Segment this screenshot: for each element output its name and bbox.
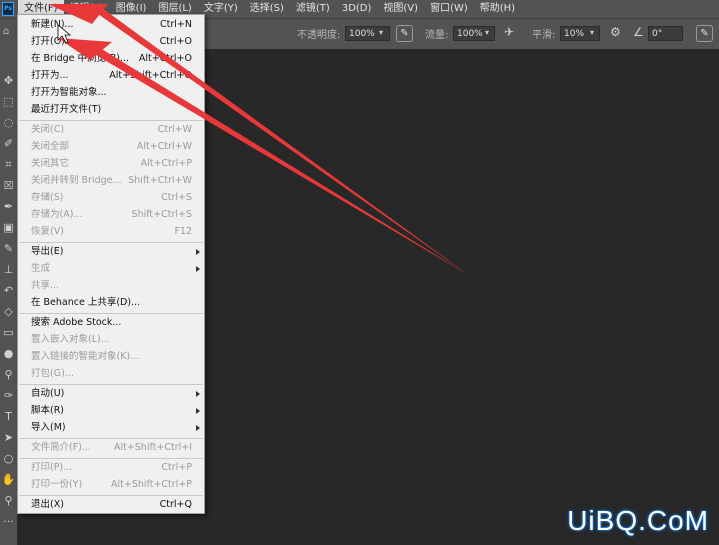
menu-separator [19, 438, 203, 439]
menu-item-import[interactable]: 导入(M) [18, 420, 204, 436]
menu-separator [19, 495, 203, 496]
angle-icon: ∠ [633, 25, 644, 39]
menu-3d[interactable]: 3D(D) [336, 0, 378, 18]
submenu-arrow-icon [196, 425, 200, 431]
file-menu-dropdown: 新建(N)... Ctrl+N 打开(O)... Ctrl+O 在 Bridge 中… [17, 14, 205, 514]
menu-filter[interactable]: 滤镜(T) [290, 0, 336, 18]
angle-field[interactable]: 0° [648, 26, 683, 41]
tools-panel: ✥ ⬚ ◌ ✐ ⌗ ☒ ✒ ▣ ✎ ⊥ ↶ ◇ ▭ ● ⚲ ✑ T ➤ ○ ✋ … [0, 48, 18, 545]
menu-item-share-behance[interactable]: 在 Behance 上共享(D)... [18, 295, 204, 311]
chevron-down-icon[interactable]: ▾ [590, 28, 594, 37]
submenu-arrow-icon [196, 249, 200, 255]
menu-item-file-info[interactable]: 文件简介(F)... Alt+Shift+Ctrl+I [18, 440, 204, 456]
menu-separator [19, 313, 203, 314]
type-tool-icon[interactable]: T [1, 408, 16, 425]
menu-item-search-stock[interactable]: 搜索 Adobe Stock... [18, 315, 204, 331]
menu-item-share[interactable]: 共享... [18, 278, 204, 294]
pressure-opacity-icon[interactable]: ✎ [396, 25, 413, 42]
menu-item-close-all[interactable]: 关闭全部 Alt+Ctrl+W [18, 139, 204, 155]
zoom-tool-icon[interactable]: ⚲ [1, 492, 16, 509]
menu-view[interactable]: 视图(V) [377, 0, 424, 18]
history-brush-tool-icon[interactable]: ↶ [1, 282, 16, 299]
blur-tool-icon[interactable]: ● [1, 345, 16, 362]
submenu-arrow-icon [196, 408, 200, 414]
photoshop-logo-icon: Ps [2, 2, 14, 16]
dodge-tool-icon[interactable]: ⚲ [1, 366, 16, 383]
watermark: UiBQ.CoM [567, 505, 709, 536]
menu-item-place-linked[interactable]: 置入链接的智能对象(K)... [18, 349, 204, 365]
eyedropper-tool-icon[interactable]: ✒ [1, 198, 16, 215]
menu-separator [19, 242, 203, 243]
clone-stamp-tool-icon[interactable]: ⊥ [1, 261, 16, 278]
healing-brush-tool-icon[interactable]: ▣ [1, 219, 16, 236]
menu-item-save[interactable]: 存储(S) Ctrl+S [18, 190, 204, 206]
shape-tool-icon[interactable]: ○ [1, 450, 16, 467]
menu-window[interactable]: 窗口(W) [424, 0, 474, 18]
move-tool-icon[interactable]: ✥ [1, 72, 16, 89]
frame-tool-icon[interactable]: ☒ [1, 177, 16, 194]
opacity-field[interactable]: 100% [345, 26, 390, 41]
menu-item-scripts[interactable]: 脚本(R) [18, 403, 204, 419]
pen-tool-icon[interactable]: ✑ [1, 387, 16, 404]
chevron-down-icon[interactable]: ▾ [485, 28, 489, 37]
menu-item-recent[interactable]: 最近打开文件(T) [18, 102, 204, 118]
menu-item-close-others[interactable]: 关闭其它 Alt+Ctrl+P [18, 156, 204, 172]
menu-item-open-as[interactable]: 打开为... Alt+Shift+Ctrl+O [18, 68, 204, 84]
menu-separator [19, 384, 203, 385]
airbrush-icon[interactable]: ✈ [504, 25, 514, 39]
menu-item-close-go-bridge[interactable]: 关闭并转到 Bridge... Shift+Ctrl+W [18, 173, 204, 189]
flow-label: 流量: [425, 30, 449, 41]
menu-item-generate[interactable]: 生成 [18, 261, 204, 277]
menu-item-export[interactable]: 导出(E) [18, 244, 204, 260]
pressure-size-icon[interactable]: ✎ [696, 25, 713, 42]
menu-item-automate[interactable]: 自动(U) [18, 386, 204, 402]
crop-tool-icon[interactable]: ⌗ [1, 156, 16, 173]
menu-item-open[interactable]: 打开(O)... Ctrl+O [18, 34, 204, 50]
brush-tool-icon[interactable]: ✎ [1, 240, 16, 257]
menu-separator [19, 458, 203, 459]
chevron-down-icon[interactable]: ▾ [379, 28, 383, 37]
menu-item-package[interactable]: 打包(G)... [18, 366, 204, 382]
quick-select-tool-icon[interactable]: ✐ [1, 135, 16, 152]
submenu-arrow-icon [196, 107, 200, 113]
menu-item-open-smart-object[interactable]: 打开为智能对象... [18, 85, 204, 101]
menu-item-revert[interactable]: 恢复(V) F12 [18, 224, 204, 240]
submenu-arrow-icon [196, 266, 200, 272]
menu-item-exit[interactable]: 退出(X) Ctrl+Q [18, 497, 204, 513]
menu-item-close[interactable]: 关闭(C) Ctrl+W [18, 122, 204, 138]
menu-help[interactable]: 帮助(H) [474, 0, 521, 18]
gear-icon[interactable]: ⚙ [610, 25, 621, 39]
submenu-arrow-icon [196, 391, 200, 397]
menu-item-save-as[interactable]: 存储为(A)... Shift+Ctrl+S [18, 207, 204, 223]
hand-tool-icon[interactable]: ✋ [1, 471, 16, 488]
home-icon[interactable]: ⌂ [3, 26, 9, 37]
menu-item-browse-bridge[interactable]: 在 Bridge 中浏览(B)... Alt+Ctrl+O [18, 51, 204, 67]
menu-item-new[interactable]: 新建(N)... Ctrl+N [18, 17, 204, 33]
menu-select[interactable]: 选择(S) [244, 0, 290, 18]
more-tools-icon[interactable]: ··· [1, 513, 16, 530]
menu-item-print[interactable]: 打印(P)... Ctrl+P [18, 460, 204, 476]
marquee-tool-icon[interactable]: ⬚ [1, 93, 16, 110]
opacity-label: 不透明度: [297, 30, 341, 41]
menu-separator [19, 120, 203, 121]
eraser-tool-icon[interactable]: ◇ [1, 303, 16, 320]
lasso-tool-icon[interactable]: ◌ [1, 114, 16, 131]
smoothing-label: 平滑: [532, 30, 556, 41]
path-select-tool-icon[interactable]: ➤ [1, 429, 16, 446]
menu-item-place-embedded[interactable]: 置入嵌入对象(L)... [18, 332, 204, 348]
menu-item-print-one[interactable]: 打印一份(Y) Alt+Shift+Ctrl+P [18, 477, 204, 493]
gradient-tool-icon[interactable]: ▭ [1, 324, 16, 341]
